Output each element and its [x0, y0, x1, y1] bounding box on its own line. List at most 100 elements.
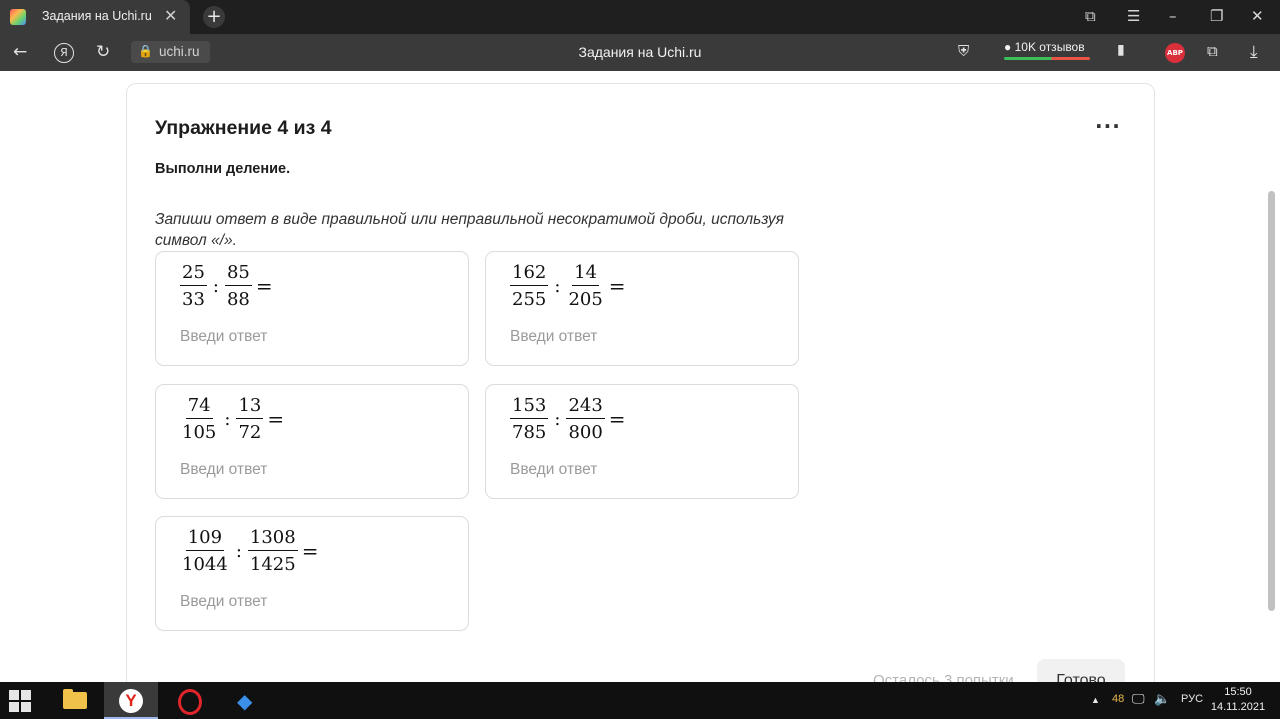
teamviewer-icon: ◆	[237, 689, 253, 713]
division-sign: :	[554, 275, 561, 297]
more-options-icon[interactable]: ···	[1095, 114, 1121, 138]
equals-sign: =	[608, 274, 626, 298]
fraction-numerator: 74	[185, 395, 213, 419]
windows-start-icon[interactable]	[9, 690, 31, 712]
reviews-label: 10K отзывов	[1014, 40, 1085, 54]
division-expression: 109 1044 : 1308 1425 =	[180, 527, 318, 575]
adblock-plus-icon[interactable]: ABP	[1165, 43, 1185, 63]
division-sign: :	[212, 275, 219, 297]
network-icon[interactable]: 🖵	[1132, 691, 1145, 707]
restore-icon[interactable]: ❐	[1210, 7, 1223, 25]
yandex-browser-icon: Y	[119, 689, 143, 713]
language-indicator[interactable]: РУС	[1181, 693, 1203, 705]
division-expression: 25 33 : 85 88 =	[180, 262, 273, 310]
tab-title: Задания на Uchi.ru	[42, 9, 152, 23]
window-close-icon[interactable]: ✕	[1251, 7, 1264, 25]
reviews-button[interactable]: ● 10K отзывов	[1004, 40, 1085, 54]
fraction-denominator: 205	[568, 289, 603, 310]
task-card-4: 153 785 : 243 800 = Введи ответ	[485, 384, 799, 499]
folder-icon	[63, 689, 87, 709]
instruction-text: Выполни деление.	[155, 161, 291, 177]
fraction-numerator: 153	[510, 395, 549, 419]
protect-icon[interactable]: ⛨	[958, 42, 969, 60]
taskbar-teamviewer[interactable]: ◆	[221, 682, 275, 719]
division-expression: 162 255 : 14 205 =	[510, 262, 626, 310]
browser-toolbar: ← Я ↻ 🔒 uchi.ru Задания на Uchi.ru ⛨ ● 1…	[0, 34, 1280, 71]
fraction-numerator: 243	[566, 395, 605, 419]
volume-icon[interactable]: 🔈	[1154, 691, 1170, 707]
division-sign: :	[235, 540, 242, 562]
page-scrollbar[interactable]	[1268, 191, 1275, 611]
fraction-numerator: 1308	[247, 527, 298, 551]
equals-sign: =	[267, 407, 285, 431]
fraction-numerator: 14	[572, 262, 600, 286]
task-card-3: 74 105 : 13 72 = Введи ответ	[155, 384, 469, 499]
attempts-remaining: Осталось 3 попытки	[873, 672, 1014, 682]
fraction-b: 13 72	[236, 395, 264, 443]
tab-close-icon[interactable]: ✕	[164, 6, 177, 25]
answer-input[interactable]: Введи ответ	[180, 593, 267, 611]
fraction-numerator: 25	[180, 262, 207, 286]
taskbar-opera[interactable]	[163, 682, 217, 719]
fraction-denominator: 1044	[182, 554, 228, 575]
task-card-5: 109 1044 : 1308 1425 = Введи ответ	[155, 516, 469, 631]
fraction-a: 109 1044	[180, 527, 230, 575]
fraction-b: 1308 1425	[247, 527, 298, 575]
equals-sign: =	[608, 407, 626, 431]
clock-time: 15:50	[1224, 686, 1252, 698]
fraction-b: 14 205	[566, 262, 604, 310]
fraction-numerator: 162	[510, 262, 549, 286]
fraction-denominator: 255	[512, 289, 547, 310]
task-card-1: 25 33 : 85 88 = Введи ответ	[155, 251, 469, 366]
browser-tab-active[interactable]: Задания на Uchi.ru ✕	[0, 0, 190, 34]
new-tab-plus-icon[interactable]: +	[203, 6, 225, 28]
division-expression: 74 105 : 13 72 =	[180, 395, 284, 443]
opera-icon	[178, 689, 202, 715]
division-sign: :	[224, 408, 231, 430]
browser-tabstrip: Задания на Uchi.ru ✕ + ⧉ ☰ – ❐ ✕	[0, 0, 1280, 34]
minimize-icon[interactable]: –	[1169, 7, 1177, 25]
answer-input[interactable]: Введи ответ	[510, 328, 597, 346]
fraction-a: 153 785	[510, 395, 549, 443]
fraction-numerator: 109	[185, 527, 225, 551]
fraction-numerator: 13	[236, 395, 264, 419]
fraction-denominator: 800	[568, 422, 603, 443]
taskbar-explorer[interactable]	[48, 682, 102, 719]
task-card-2: 162 255 : 14 205 = Введи ответ	[485, 251, 799, 366]
hint-text: Запиши ответ в виде правильной или непра…	[155, 211, 784, 249]
fraction-denominator: 105	[182, 422, 217, 443]
fraction-b: 85 88	[224, 262, 252, 310]
favicon-uchi-icon	[10, 9, 26, 25]
taskbar-yandex-browser[interactable]: Y	[104, 682, 158, 719]
collections-icon[interactable]: ⧉	[1085, 7, 1096, 25]
fraction-numerator: 85	[224, 262, 252, 286]
answer-input[interactable]: Введи ответ	[180, 461, 267, 479]
fraction-a: 25 33	[180, 262, 207, 310]
menu-icon[interactable]: ☰	[1127, 7, 1140, 25]
fraction-denominator: 1425	[249, 554, 296, 575]
extensions-icon[interactable]: ⧉	[1207, 42, 1218, 60]
fraction-a: 162 255	[510, 262, 549, 310]
fraction-b: 243 800	[566, 395, 605, 443]
fraction-denominator: 72	[238, 422, 262, 443]
fraction-denominator: 88	[226, 289, 250, 310]
equals-sign: =	[301, 539, 319, 563]
division-sign: :	[554, 408, 561, 430]
tray-expand-icon[interactable]: ▲	[1091, 695, 1100, 705]
clock-date: 14.11.2021	[1210, 701, 1266, 713]
fraction-a: 74 105	[180, 395, 218, 443]
reviews-rating-bar	[1004, 57, 1090, 60]
download-icon[interactable]: ⤓	[1250, 42, 1258, 62]
equals-sign: =	[255, 274, 273, 298]
page-content: Упражнение 4 из 4 ··· Выполни деление. З…	[0, 71, 1280, 682]
speech-bubble-icon: ●	[1004, 40, 1012, 54]
done-button[interactable]: Готово	[1037, 659, 1125, 682]
bookmark-icon[interactable]: ▮	[1117, 42, 1125, 58]
exercise-card: Упражнение 4 из 4 ··· Выполни деление. З…	[126, 83, 1155, 682]
division-expression: 153 785 : 243 800 =	[510, 395, 626, 443]
tray-battery-number: 48	[1112, 693, 1125, 705]
taskbar-clock[interactable]: 15:50 14.11.2021	[1210, 685, 1266, 715]
answer-input[interactable]: Введи ответ	[510, 461, 597, 479]
exercise-title: Упражнение 4 из 4	[155, 117, 332, 139]
answer-input[interactable]: Введи ответ	[180, 328, 267, 346]
